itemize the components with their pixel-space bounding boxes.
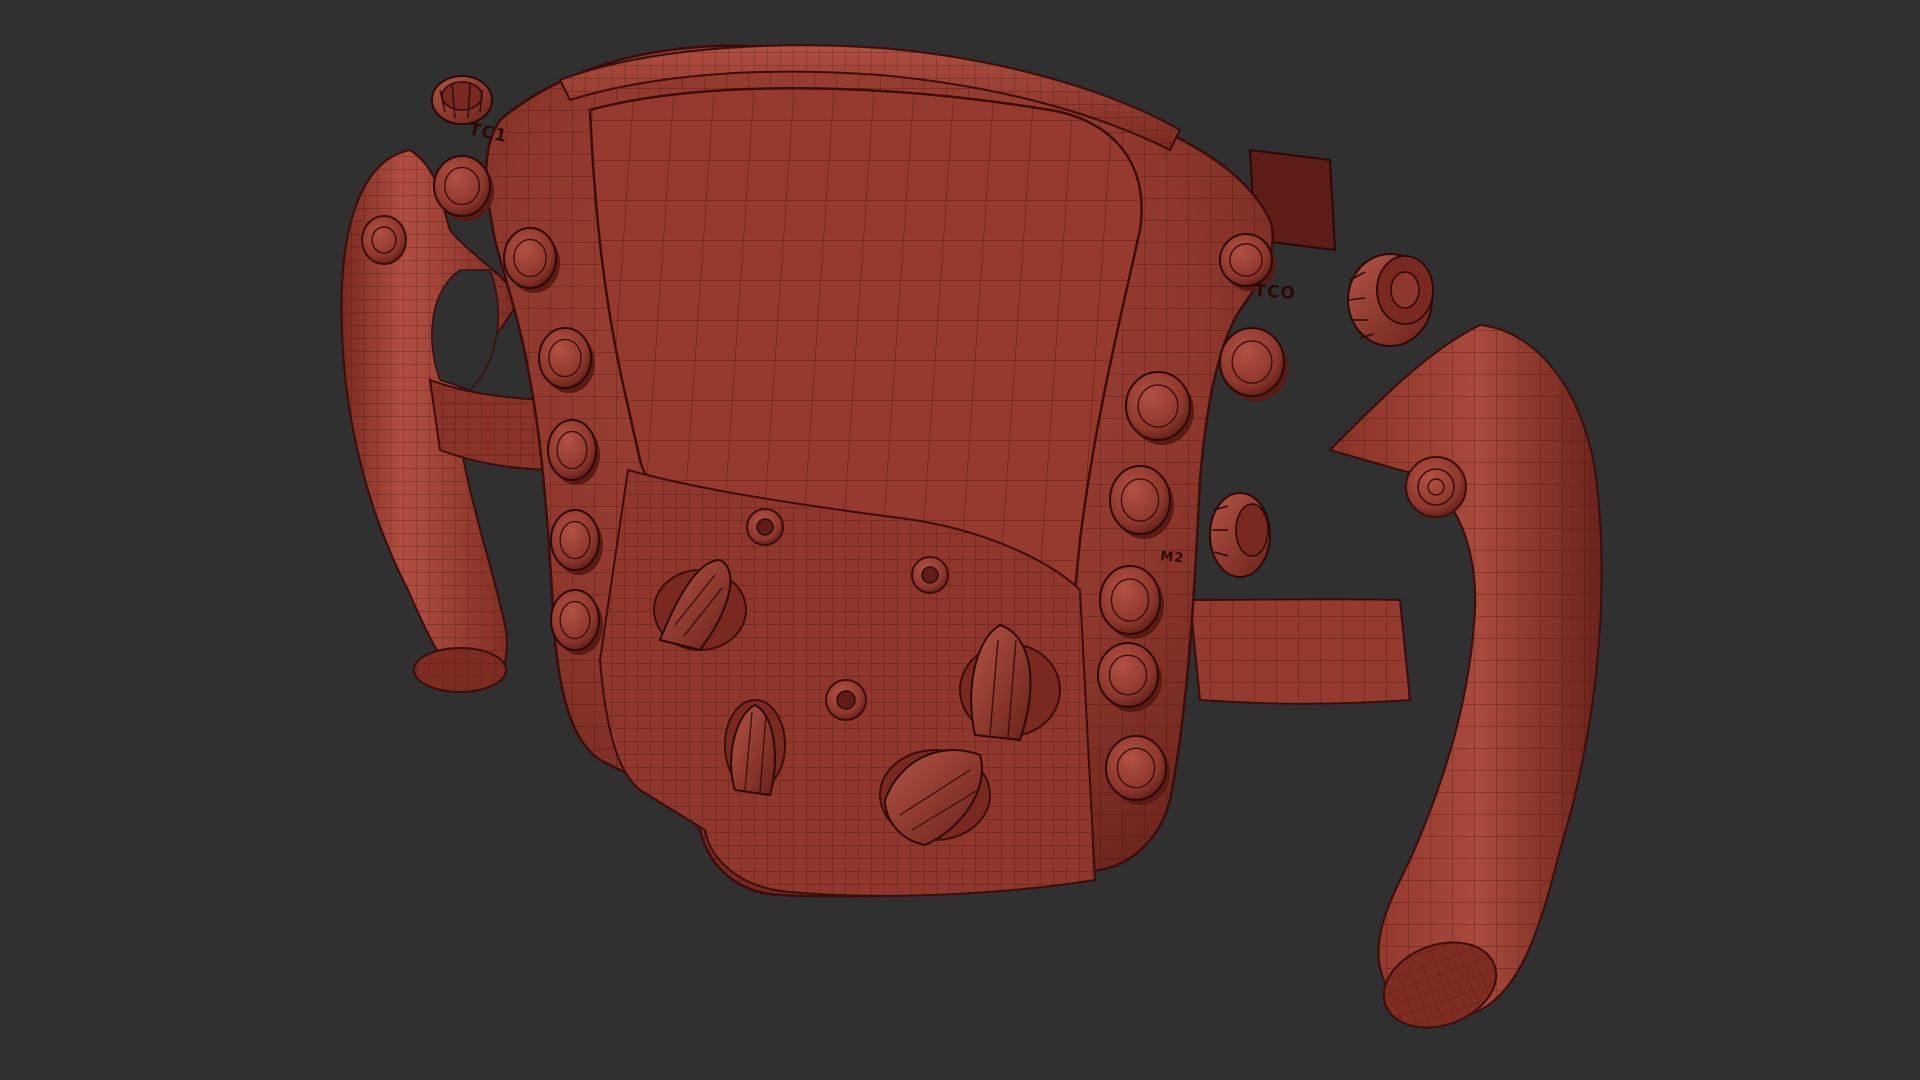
3d-viewport: TC1 TCO M2 [0,0,1920,1080]
label-m2: M2 [1160,549,1185,566]
left-grip-button[interactable] [361,215,407,265]
right-button-1[interactable] [1219,327,1288,401]
steering-wheel-render: TC1 TCO M2 [340,44,1603,1029]
top-left-rotary[interactable] [431,75,493,125]
mid-right-rotary[interactable] [1209,492,1271,578]
right-crossbar [1188,598,1412,705]
label-tco: TCO [1254,281,1297,304]
top-right-rotary[interactable] [1347,253,1434,347]
right-grip-button[interactable] [1405,456,1467,518]
